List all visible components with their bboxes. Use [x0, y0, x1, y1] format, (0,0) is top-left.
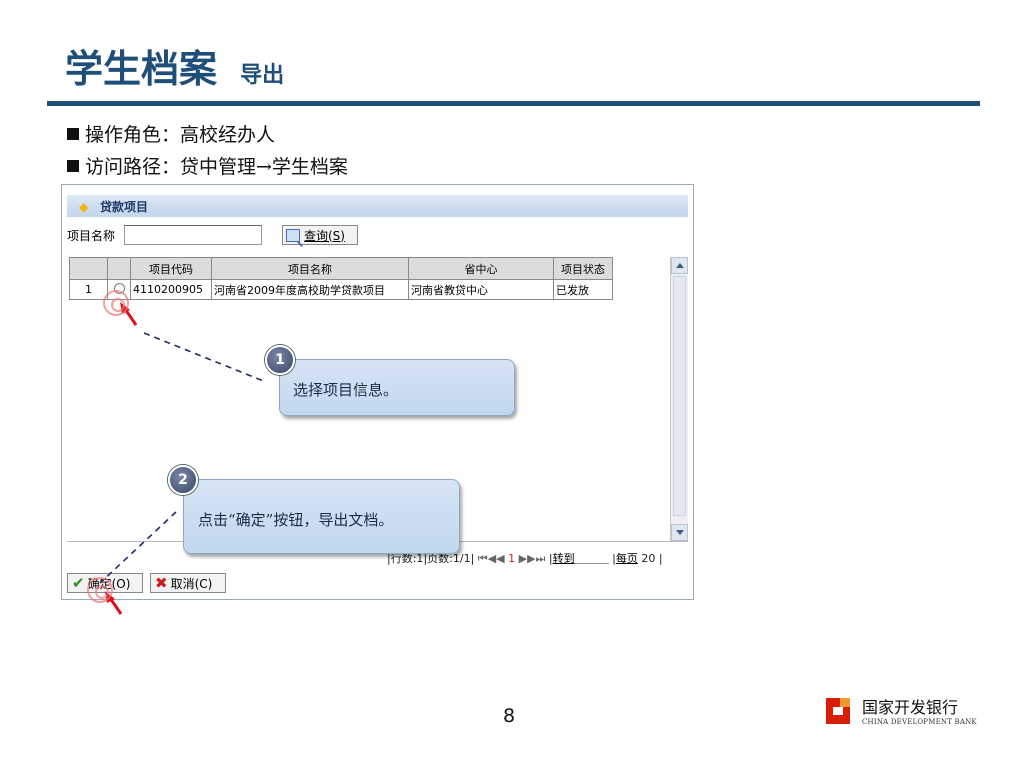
bank-logo-icon: [826, 698, 850, 724]
step-badge-2: 2: [168, 465, 198, 495]
page-number: 8: [503, 705, 516, 727]
callout-1-text: 选择项目信息。: [293, 381, 399, 399]
click-indicator-icon: [87, 577, 113, 603]
bank-name-cn: 国家开发银行: [862, 698, 959, 717]
click-indicator-icon: [103, 290, 129, 316]
callout-2: 点击“确定”按钮，导出文档。: [183, 479, 460, 554]
callout-1: 选择项目信息。: [279, 359, 515, 416]
callout-2-text: 点击“确定”按钮，导出文档。: [198, 511, 394, 529]
bank-name-en: CHINA DEVELOPMENT BANK: [862, 718, 977, 726]
step-badge-1: 1: [265, 345, 295, 375]
